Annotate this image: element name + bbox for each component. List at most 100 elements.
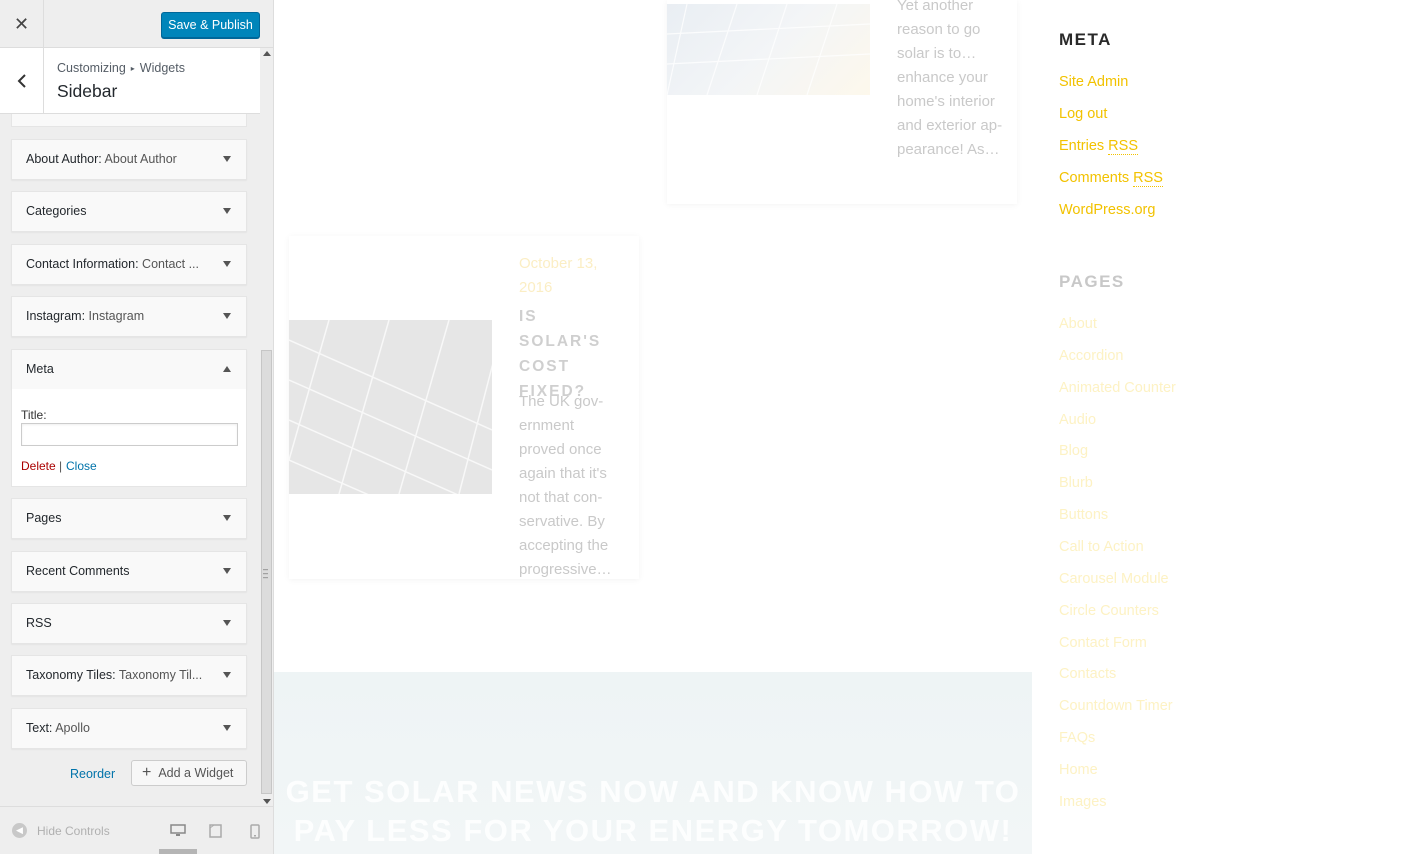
- scroll-down-arrow-icon[interactable]: [263, 799, 271, 804]
- panel-scrollbar[interactable]: ‒ ‒ ‒: [260, 48, 273, 806]
- caret-down-icon: [223, 672, 231, 678]
- breadcrumb-separator-icon: ▸: [130, 64, 135, 73]
- breadcrumb-root: Customizing: [57, 61, 126, 75]
- add-widget-button[interactable]: + Add a Widget: [131, 760, 247, 786]
- widget-partial: [11, 114, 247, 127]
- widget-subtitle: Taxonomy Til...: [115, 668, 203, 682]
- banner-heading: GET SOLAR NEWS NOW AND KNOW HOW TO PAY L…: [285, 774, 1021, 848]
- caret-down-icon: [223, 568, 231, 574]
- widget-pages[interactable]: Pages: [11, 498, 247, 539]
- save-publish-button[interactable]: Save & Publish: [161, 12, 260, 38]
- widget-subtitle: About Author: [101, 152, 177, 166]
- section-title: Sidebar: [57, 81, 118, 101]
- widget-taxonomy-tiles[interactable]: Taxonomy Tiles: Taxonomy Til...: [11, 655, 247, 696]
- page-link[interactable]: Contact Form: [1059, 635, 1147, 651]
- close-icon: ✕: [13, 13, 30, 34]
- close-customizer-button[interactable]: ✕: [0, 0, 44, 48]
- widget-contact-information[interactable]: Contact Information: Contact ...: [11, 244, 247, 285]
- post-title[interactable]: IS SOLAR'S COST FIXED?: [519, 304, 619, 404]
- desktop-preview-icon[interactable]: [170, 824, 186, 836]
- solar-panel-image: [667, 4, 870, 95]
- page-link[interactable]: Images: [1059, 794, 1107, 810]
- caret-down-icon: [223, 156, 231, 162]
- meta-link-entries-rss[interactable]: Entries RSS: [1059, 138, 1138, 155]
- meta-widget-form: Title: Delete | Close: [11, 389, 247, 487]
- section-header: Customizing ▸ Widgets Sidebar: [0, 48, 260, 114]
- add-widget-label: Add a Widget: [158, 766, 234, 780]
- meta-link-site-admin[interactable]: Site Admin: [1059, 74, 1128, 90]
- page-link[interactable]: Countdown Timer: [1059, 698, 1173, 714]
- scrollbar-thumb[interactable]: ‒ ‒ ‒: [261, 350, 272, 794]
- widget-about-author[interactable]: About Author: About Author: [11, 139, 247, 180]
- title-input[interactable]: [21, 423, 238, 446]
- mobile-preview-icon[interactable]: [250, 824, 260, 839]
- customizer-panel: ✕ Save & Publish Customizing ▸ Widgets Sid…: [0, 0, 274, 854]
- widget-instagram[interactable]: Instagram: Instagram: [11, 296, 247, 337]
- page-link[interactable]: About: [1059, 316, 1097, 332]
- grip-icon: ‒ ‒ ‒: [263, 564, 269, 582]
- title-label: Title:: [21, 408, 47, 422]
- page-link[interactable]: Accordion: [1059, 348, 1123, 364]
- post-thumbnail[interactable]: [289, 320, 492, 494]
- widget-name: Pages: [26, 511, 62, 525]
- page-link[interactable]: Buttons: [1059, 507, 1108, 523]
- close-link[interactable]: Close: [66, 459, 97, 473]
- widget-rss[interactable]: RSS: [11, 603, 247, 644]
- newsletter-banner: GET SOLAR NEWS NOW AND KNOW HOW TO PAY L…: [274, 672, 1032, 854]
- widget-name: Meta: [26, 362, 54, 376]
- delete-link[interactable]: Delete: [21, 459, 56, 473]
- page-link[interactable]: FAQs: [1059, 730, 1095, 746]
- widget-name: Recent Comments: [26, 564, 130, 578]
- blog-post-card[interactable]: October 13, 2016 IS SOLAR'S COST FIXED? …: [289, 236, 639, 579]
- page-link[interactable]: Blurb: [1059, 475, 1093, 491]
- caret-down-icon: [223, 261, 231, 267]
- meta-link-log-out[interactable]: Log out: [1059, 106, 1107, 122]
- caret-down-icon: [223, 725, 231, 731]
- page-link[interactable]: Animated Counter: [1059, 380, 1176, 396]
- widget-subtitle: Instagram: [85, 309, 145, 323]
- page-link[interactable]: Call to Action: [1059, 539, 1144, 555]
- widget-name: Contact Information:: [26, 257, 139, 271]
- caret-down-icon: [223, 620, 231, 626]
- breadcrumb: Customizing ▸ Widgets: [57, 61, 185, 75]
- post-date[interactable]: October 13, 2016: [519, 252, 619, 300]
- hide-controls-button[interactable]: ◀ Hide Controls: [12, 823, 110, 838]
- widget-subtitle: Contact ...: [138, 257, 200, 271]
- widget-categories[interactable]: Categories: [11, 191, 247, 232]
- widget-name: Taxonomy Tiles:: [26, 668, 116, 682]
- widget-name: Categories: [26, 204, 87, 218]
- widget-name: Instagram:: [26, 309, 86, 323]
- link-separator: |: [59, 459, 63, 473]
- pages-widget-heading: PAGES: [1059, 272, 1125, 291]
- chevron-left-icon: [17, 73, 26, 88]
- blog-post-card[interactable]: Yet another reason to go solar is to…enh…: [667, 0, 1017, 204]
- hide-controls-label: Hide Controls: [37, 823, 110, 838]
- meta-link-comments-rss[interactable]: Comments RSS: [1059, 170, 1163, 187]
- page-link[interactable]: Contacts: [1059, 666, 1116, 682]
- page-link[interactable]: Carousel Module: [1059, 571, 1169, 587]
- active-device-indicator: [159, 849, 197, 854]
- page-link[interactable]: Audio: [1059, 412, 1096, 428]
- meta-link-wordpress-org[interactable]: WordPress.org: [1059, 202, 1155, 218]
- widget-name: Text:: [26, 721, 53, 735]
- widget-name: RSS: [26, 616, 52, 630]
- collapse-arrow-icon: ◀: [12, 823, 27, 838]
- widget-recent-comments[interactable]: Recent Comments: [11, 551, 247, 592]
- breadcrumb-leaf: Widgets: [139, 61, 185, 75]
- caret-up-icon: [223, 366, 231, 372]
- widget-subtitle: Apollo: [52, 721, 90, 735]
- page-link[interactable]: Blog: [1059, 443, 1088, 459]
- panel-header: ✕ Save & Publish: [0, 0, 273, 48]
- meta-widget-heading: META: [1059, 30, 1112, 49]
- widget-meta[interactable]: Meta: [11, 349, 247, 390]
- widget-text[interactable]: Text: Apollo: [11, 708, 247, 749]
- widget-name: About Author:: [26, 152, 102, 166]
- post-thumbnail[interactable]: [667, 4, 870, 95]
- page-link[interactable]: Circle Counters: [1059, 603, 1159, 619]
- page-link[interactable]: Home: [1059, 762, 1098, 778]
- reorder-link[interactable]: Reorder: [70, 767, 115, 781]
- scroll-up-arrow-icon[interactable]: [263, 51, 271, 56]
- live-preview: Yet another reason to go solar is to…enh…: [274, 0, 1419, 854]
- back-button[interactable]: [0, 48, 44, 113]
- tablet-preview-icon[interactable]: [209, 824, 222, 838]
